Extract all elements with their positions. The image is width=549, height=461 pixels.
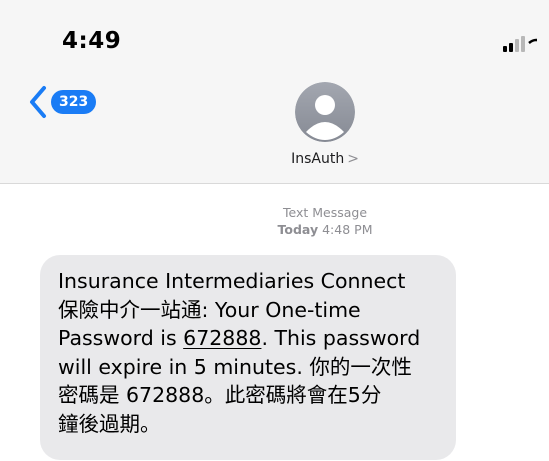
message-line: Password is 672888. This password xyxy=(58,324,442,353)
message-time-label: 4:48 PM xyxy=(322,222,373,237)
otp-code-link[interactable]: 672888 xyxy=(183,326,261,350)
message-line: 鐘後過期。 xyxy=(58,411,161,436)
signal-icon xyxy=(503,36,537,52)
message-timestamp: Text Message Today 4:48 PM xyxy=(0,204,549,238)
contact-name-button[interactable]: InsAuth > xyxy=(0,151,549,167)
message-line: 密碼是 672888。此密碼將會在5分 xyxy=(58,383,382,407)
message-line: 保險中介一站通: Your One-time xyxy=(58,297,361,322)
message-line: will expire in 5 minutes. 你的一次性 xyxy=(58,354,412,379)
message-text: Insurance Intermediaries Connect 保險中介一站通… xyxy=(58,267,442,438)
chevron-right-icon: > xyxy=(347,151,359,167)
contact-avatar[interactable] xyxy=(295,82,355,142)
message-fragment: . This password xyxy=(261,326,421,350)
message-type-label: Text Message xyxy=(282,205,368,220)
messages-screen: 4:49 323 InsAuth > Text Message Today 4:… xyxy=(0,0,549,461)
message-bubble[interactable]: Insurance Intermediaries Connect 保險中介一站通… xyxy=(40,255,456,460)
back-button[interactable]: 323 xyxy=(28,84,97,120)
person-icon xyxy=(295,82,355,142)
message-day-label: Today xyxy=(277,222,319,237)
message-line: Insurance Intermediaries Connect xyxy=(58,269,406,293)
unread-count-badge: 323 xyxy=(51,90,97,114)
conversation-header: 4:49 323 InsAuth > xyxy=(0,0,549,184)
status-time: 4:49 xyxy=(62,28,122,54)
message-fragment: Password is xyxy=(58,326,184,350)
chevron-left-icon xyxy=(30,86,46,118)
contact-name: InsAuth xyxy=(291,151,345,167)
